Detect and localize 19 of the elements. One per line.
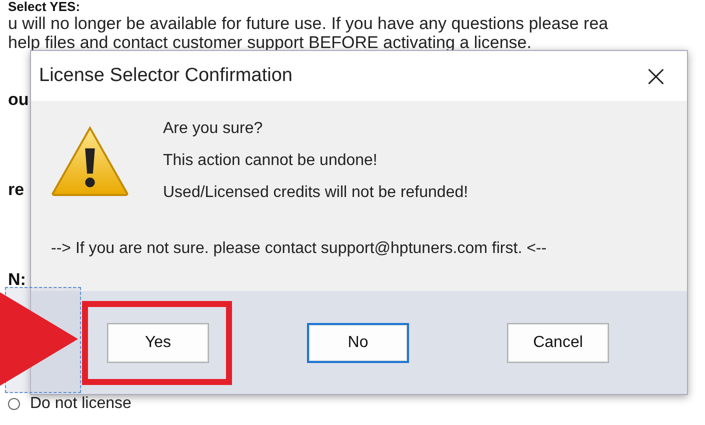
message-text: Are you sure? <box>163 119 264 138</box>
dialog-button[interactable]: Cancel <box>507 322 609 362</box>
message-text: Used/Licensed credits will not be refunded! <box>163 183 468 202</box>
note-text: --> If you are not sure. please contact support@hptuners.com first. <-- <box>51 240 548 258</box>
warning-icon <box>51 125 129 197</box>
dialog-button[interactable]: Yes <box>107 322 209 362</box>
section-label: N: <box>8 270 26 290</box>
dialog-title: License Selector Confirmation <box>39 65 292 87</box>
dialog-button[interactable]: No <box>307 322 409 362</box>
section-label: re <box>8 180 24 200</box>
radio-button[interactable] <box>8 398 20 410</box>
radio-label: Do not license <box>30 395 132 413</box>
body-text: help files and contact customer support BEFORE activating a license. <box>8 33 532 52</box>
close-button[interactable]: × <box>631 54 681 98</box>
arrow-icon <box>0 292 78 386</box>
section-label: ou <box>8 90 29 110</box>
body-text: u will no longer be available for future use. If you have any questions please rea <box>8 14 610 33</box>
message-text: This action cannot be undone! <box>163 151 378 170</box>
page-heading: Select YES: <box>8 0 82 14</box>
